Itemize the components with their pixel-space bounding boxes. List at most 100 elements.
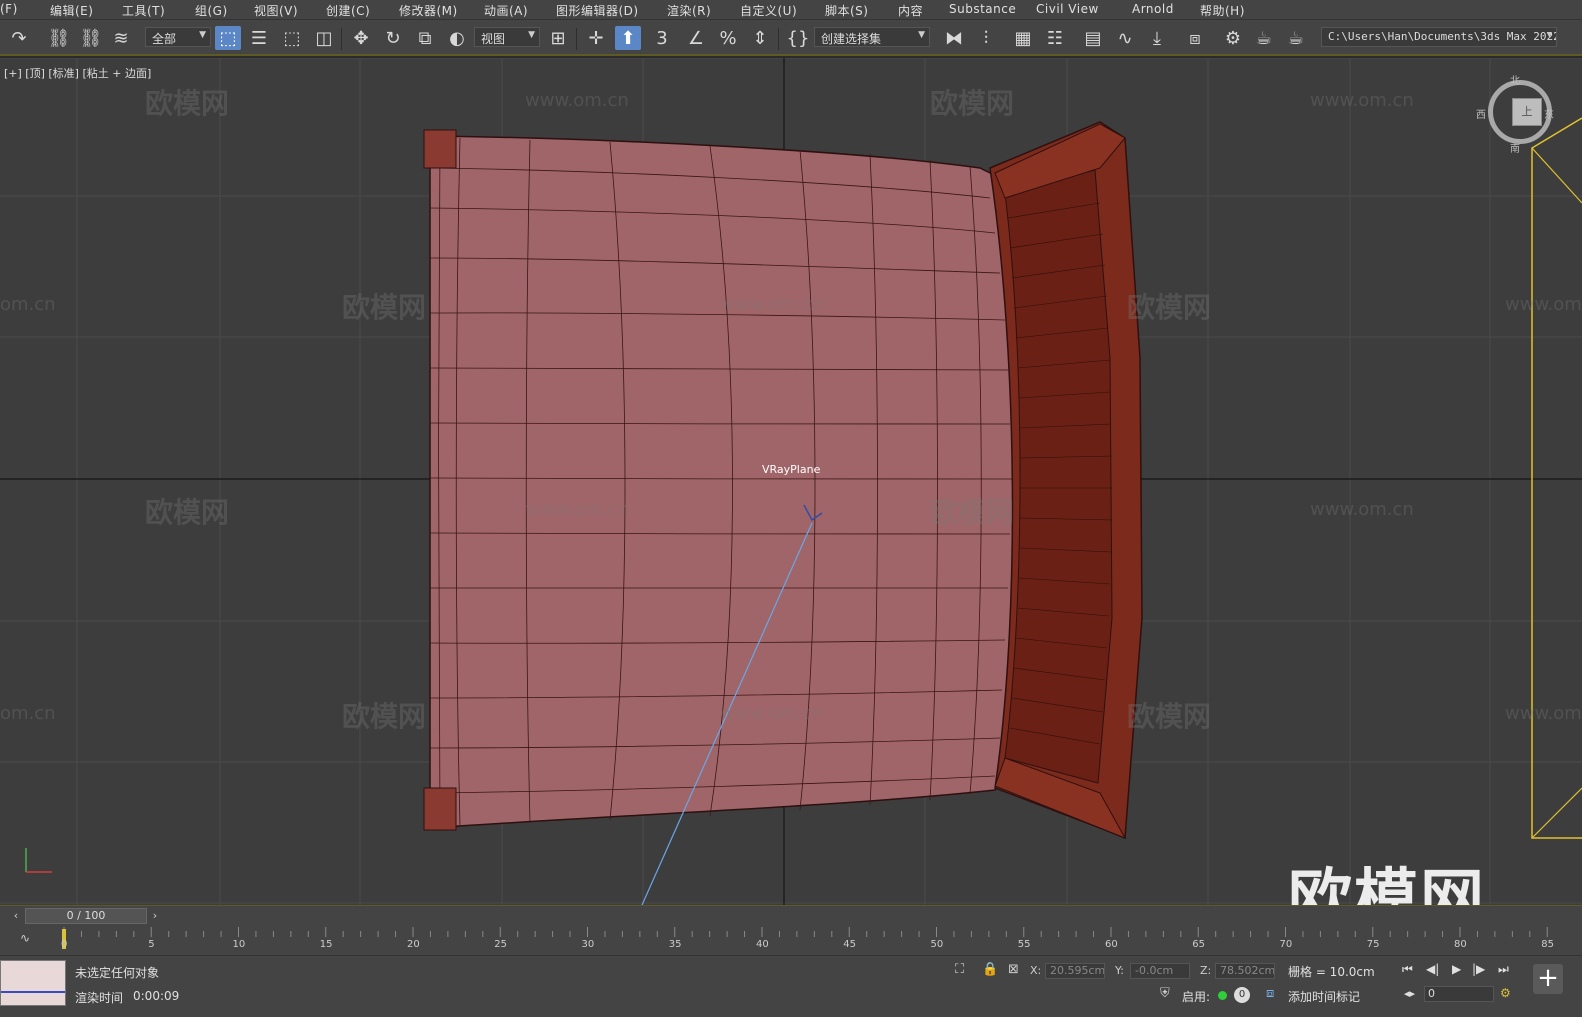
go-to-start-icon[interactable]: ⏮ xyxy=(1402,962,1413,977)
status-green-dot xyxy=(1218,991,1227,1000)
menu-edit[interactable]: 编辑(E) xyxy=(50,2,93,19)
toggle-scene-explorer-icon[interactable]: ▦ xyxy=(1010,26,1036,50)
current-frame-input[interactable]: 0 xyxy=(1424,986,1494,1002)
menu-substance[interactable]: Substance xyxy=(949,2,1016,16)
named-selection-dropdown[interactable]: 创建选择集 ▼ xyxy=(814,27,930,47)
compass-west[interactable]: 西 xyxy=(1476,106,1486,121)
absolute-mode-icon[interactable]: ⊠ xyxy=(1008,962,1019,977)
go-to-end-icon[interactable]: ⏭ xyxy=(1498,962,1509,977)
window-crossing-icon[interactable]: ◫ xyxy=(311,26,337,50)
time-config-arrows-icon[interactable]: ◂▸ xyxy=(1404,987,1415,1000)
viewport-canvas xyxy=(0,58,1582,905)
select-by-name-icon[interactable]: ☰ xyxy=(246,26,272,50)
timeline-tick-label: 85 xyxy=(1541,939,1554,950)
menu-views[interactable]: 视图(V) xyxy=(254,2,298,19)
menu-tools[interactable]: 工具(T) xyxy=(122,2,165,19)
reference-coordinate-dropdown[interactable]: 视图 ▼ xyxy=(474,27,540,47)
menu-bar: (F) 编辑(E) 工具(T) 组(G) 视图(V) 创建(C) 修改器(M) … xyxy=(0,0,1582,20)
compass-east[interactable]: 东 xyxy=(1544,106,1554,121)
time-config-icon[interactable]: ⚙ xyxy=(1500,986,1511,1000)
select-object-icon[interactable]: ⬚ xyxy=(215,26,241,50)
timeline-tick-label: 25 xyxy=(494,939,507,950)
next-key-icon[interactable]: |▶ xyxy=(1472,962,1485,976)
watermark: 欧模网 xyxy=(1127,291,1212,324)
prev-frame-icon[interactable]: ‹ xyxy=(9,908,23,924)
keyboard-shortcut-override-icon[interactable]: ⬆ xyxy=(615,26,641,50)
menu-help[interactable]: 帮助(H) xyxy=(1200,2,1245,19)
menu-create[interactable]: 创建(C) xyxy=(326,2,370,19)
lock-selection-icon[interactable]: 🔒 xyxy=(982,962,998,977)
percent-snap-icon[interactable]: % xyxy=(715,26,741,50)
menu-arnold[interactable]: Arnold xyxy=(1132,2,1174,16)
isolate-selection-icon[interactable]: ⛶ xyxy=(955,962,964,977)
track-bar[interactable]: ∿ 0 5 10 15 20 25 30 35 40 45 50 55 60 65 70 75 80 85 xyxy=(0,925,1582,955)
y-coordinate-field[interactable]: -0.0cm xyxy=(1130,963,1190,979)
previous-key-icon[interactable]: ◀| xyxy=(1426,962,1439,976)
compass-south[interactable]: 南 xyxy=(1510,140,1520,155)
time-slider[interactable]: 0 / 100 xyxy=(25,908,147,924)
bind-space-warp-icon[interactable]: ≋ xyxy=(108,26,134,50)
viewcube-top-face[interactable]: 上 xyxy=(1512,98,1542,126)
move-icon[interactable]: ✥ xyxy=(348,26,374,50)
watermark: 欧模网 xyxy=(342,700,427,733)
redo-icon[interactable]: ↷ xyxy=(6,26,32,50)
render-setup-icon[interactable]: ⚙ xyxy=(1220,26,1246,50)
menu-rendering[interactable]: 渲染(R) xyxy=(667,2,711,19)
menu-group[interactable]: 组(G) xyxy=(195,2,228,19)
material-editor-icon[interactable]: ⧈ xyxy=(1182,26,1208,50)
edit-named-selection-icon[interactable]: {} xyxy=(785,26,811,50)
layer-explorer-icon[interactable]: ☷ xyxy=(1042,26,1068,50)
rectangular-selection-icon[interactable]: ⬚ xyxy=(279,26,305,50)
menu-customize[interactable]: 自定义(U) xyxy=(740,2,797,19)
watermark-url: www.om.cn xyxy=(525,499,629,520)
menu-modifiers[interactable]: 修改器(M) xyxy=(399,2,458,19)
curve-editor-mini-icon[interactable]: ∿ xyxy=(20,931,30,945)
timeline-tick-label: 45 xyxy=(843,939,856,950)
menu-graph-editors[interactable]: 图形编辑器(D) xyxy=(556,2,639,19)
pivot-center-icon[interactable]: ⊞ xyxy=(545,26,571,50)
unlink-icon[interactable]: ⛓ xyxy=(78,26,104,50)
z-coordinate-field[interactable]: 78.502cm xyxy=(1215,963,1275,979)
top-viewport[interactable]: [+] [顶] [标准] [粘土 + 边面] 欧模网 www.om.cn 欧模网… xyxy=(0,58,1582,905)
toggle-ribbon-icon[interactable]: ▤ xyxy=(1080,26,1106,50)
menu-content[interactable]: 内容 xyxy=(898,2,923,19)
menu-civil-view[interactable]: Civil View xyxy=(1036,2,1099,16)
next-frame-icon[interactable]: › xyxy=(148,908,162,924)
scale-icon[interactable]: ⧉ xyxy=(412,26,438,50)
selection-filter-dropdown[interactable]: 全部 ▼ xyxy=(145,27,211,47)
compass-north[interactable]: 北 xyxy=(1510,72,1520,87)
project-folder-dropdown[interactable]: C:\Users\Han\Documents\3ds Max 2022 ▼ xyxy=(1321,27,1557,47)
status-bar: 未选定任何对象 渲染时间 0:00:09 ⛶ 🔒 ⊠ X: 20.595cm Y… xyxy=(0,955,1582,1017)
select-manipulate-icon[interactable]: ✛ xyxy=(583,26,609,50)
mirror-icon[interactable]: ⧓ xyxy=(941,26,967,50)
timeline-tick-label: 75 xyxy=(1366,939,1380,950)
time-tag-icon[interactable]: ⧈ xyxy=(1266,986,1274,1001)
angle-snap-icon[interactable]: ∠ xyxy=(683,26,709,50)
link-icon[interactable]: ⛓ xyxy=(46,26,72,50)
menu-animation[interactable]: 动画(A) xyxy=(484,2,528,19)
x-coordinate-field[interactable]: 20.595cm xyxy=(1045,963,1105,979)
watermark-url: www.om.cn xyxy=(1505,703,1582,724)
curve-editor-icon[interactable]: ∿ xyxy=(1112,26,1138,50)
rotate-icon[interactable]: ↻ xyxy=(380,26,406,50)
adaptive-degradation-icon[interactable]: ⛨ xyxy=(1160,986,1170,1001)
viewport-label-menu[interactable]: [+] [顶] [标准] [粘土 + 边面] xyxy=(4,65,151,81)
render-production-icon[interactable]: ☕ xyxy=(1283,26,1309,50)
snaps-toggle-icon[interactable]: 3 xyxy=(649,26,675,50)
menu-scripting[interactable]: 脚本(S) xyxy=(825,2,868,19)
play-icon[interactable]: ▶ xyxy=(1452,962,1461,976)
timeline-tick-label: 50 xyxy=(930,939,944,950)
timeline-tick-label: 40 xyxy=(756,939,769,950)
rendered-frame-window-icon[interactable]: ☕ xyxy=(1251,26,1277,50)
placement-icon[interactable]: ◐ xyxy=(444,26,470,50)
watermark: 欧模网 xyxy=(930,87,1015,120)
align-icon[interactable]: ⫶ xyxy=(973,26,999,50)
add-time-tag[interactable]: 添加时间标记 xyxy=(1288,988,1360,1005)
add-key-button[interactable]: + xyxy=(1533,964,1563,994)
schematic-view-icon[interactable]: ⤓ xyxy=(1144,26,1170,50)
maxscript-listener[interactable] xyxy=(0,960,66,1006)
spinner-snap-icon[interactable]: ⇕ xyxy=(747,26,773,50)
menu-file[interactable]: (F) xyxy=(0,2,18,16)
timeline-tick-label: 20 xyxy=(407,939,420,950)
key-count-badge[interactable]: 0 xyxy=(1234,987,1250,1003)
